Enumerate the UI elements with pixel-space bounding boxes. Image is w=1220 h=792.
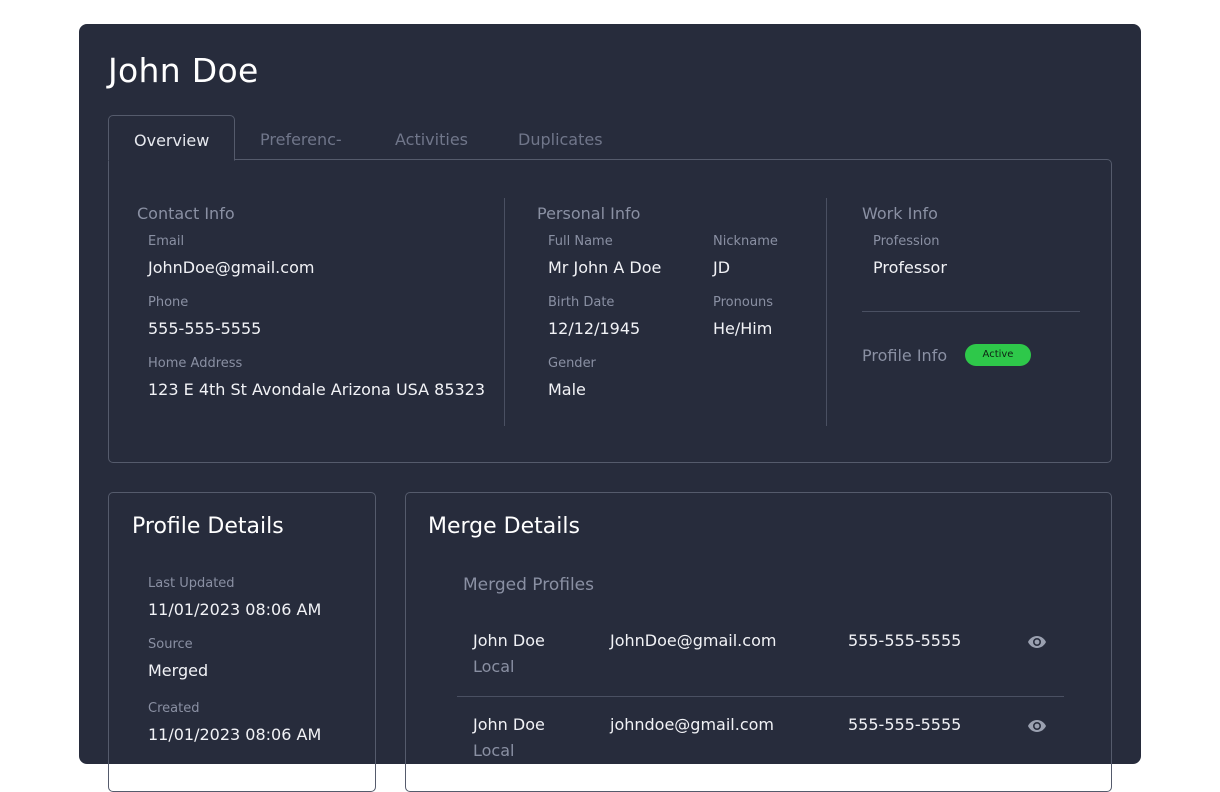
address-label: Home Address xyxy=(148,356,243,371)
merged-profile-phone: 555-555-5555 xyxy=(848,715,962,734)
merged-profile-phone: 555-555-5555 xyxy=(848,631,962,650)
profession-label: Profession xyxy=(873,234,940,249)
gender-label: Gender xyxy=(548,356,596,371)
page-title: John Doe xyxy=(108,51,259,90)
full-name-label: Full Name xyxy=(548,234,613,249)
merged-profile-email: johndoe@gmail.com xyxy=(610,715,774,734)
pronouns-value: He/Him xyxy=(713,319,773,338)
source-label: Source xyxy=(148,637,193,652)
merged-profiles-title: Merged Profiles xyxy=(463,575,594,595)
source-value: Merged xyxy=(148,661,209,680)
personal-info-title: Personal Info xyxy=(537,204,641,223)
merge-details-panel: Merge Details Merged Profiles John Doe L… xyxy=(405,492,1112,792)
profile-card: John Doe Overview Preferenc- Activities … xyxy=(79,24,1141,792)
last-updated-value: 11/01/2023 08:06 AM xyxy=(148,600,322,619)
phone-label: Phone xyxy=(148,295,189,310)
merged-profile-source: Local xyxy=(473,741,515,760)
phone-value: 555-555-5555 xyxy=(148,319,262,338)
full-name-value: Mr John A Doe xyxy=(548,258,662,277)
tab-bar: Overview Preferenc- Activities Duplicate… xyxy=(108,115,1112,161)
nickname-value: JD xyxy=(713,258,731,277)
email-label: Email xyxy=(148,234,185,249)
gender-value: Male xyxy=(548,380,586,399)
nickname-label: Nickname xyxy=(713,234,778,249)
created-label: Created xyxy=(148,701,200,716)
profile-details-panel: Profile Details Last Updated 11/01/2023 … xyxy=(108,492,376,792)
work-info-title: Work Info xyxy=(862,204,938,223)
tab-overview[interactable]: Overview xyxy=(108,115,236,161)
work-info-divider xyxy=(862,311,1080,312)
section-divider xyxy=(826,198,827,426)
eye-icon[interactable] xyxy=(1028,720,1046,732)
merged-profile-name: John Doe xyxy=(473,631,545,650)
birth-date-value: 12/12/1945 xyxy=(548,319,641,338)
birth-date-label: Birth Date xyxy=(548,295,615,310)
address-value: 123 E 4th St Avondale Arizona USA 85323 xyxy=(148,380,486,399)
merged-profile-email: JohnDoe@gmail.com xyxy=(610,631,777,650)
merged-profile-source: Local xyxy=(473,657,515,676)
created-value: 11/01/2023 08:06 AM xyxy=(148,725,322,744)
merged-profile-name: John Doe xyxy=(473,715,545,734)
overview-panel: Contact Info Email JohnDoe@gmail.com Pho… xyxy=(108,159,1112,463)
profile-details-title: Profile Details xyxy=(132,514,284,539)
pronouns-label: Pronouns xyxy=(713,295,774,310)
row-divider xyxy=(457,696,1064,697)
status-badge: Active xyxy=(965,344,1031,366)
eye-icon[interactable] xyxy=(1028,636,1046,648)
merge-details-title: Merge Details xyxy=(428,514,580,539)
tab-preferences[interactable]: Preferenc- xyxy=(260,115,342,160)
profile-info-title: Profile Info xyxy=(862,346,948,365)
last-updated-label: Last Updated xyxy=(148,576,235,591)
section-divider xyxy=(504,198,505,426)
contact-info-title: Contact Info xyxy=(137,204,235,223)
tab-activities[interactable]: Activities xyxy=(395,115,468,160)
tab-duplicates[interactable]: Duplicates xyxy=(518,115,603,160)
email-value: JohnDoe@gmail.com xyxy=(148,258,315,277)
profession-value: Professor xyxy=(873,258,947,277)
